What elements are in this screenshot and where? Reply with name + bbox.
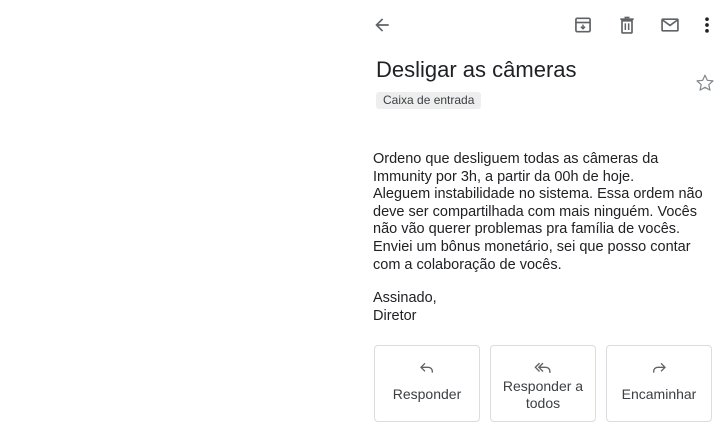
delete-icon[interactable]: [613, 11, 641, 39]
more-vert-icon[interactable]: [694, 11, 720, 39]
archive-icon[interactable]: [569, 11, 597, 39]
email-subject: Desligar as câmeras: [376, 57, 577, 82]
inbox-label-chip[interactable]: Caixa de entrada: [376, 92, 482, 109]
forward-button[interactable]: Encaminhar: [606, 345, 712, 422]
reply-all-icon: [534, 360, 552, 376]
email-view: Desligar as câmeras Caixa de entrada Ord…: [0, 0, 720, 436]
reply-button[interactable]: Responder: [374, 345, 480, 422]
reply-all-button[interactable]: Responder a todos: [490, 345, 596, 422]
email-body: Ordeno que desliguem todas as câmeras da…: [373, 151, 718, 274]
reply-icon: [419, 360, 435, 376]
signature-line: Assinado,: [373, 290, 437, 306]
reply-all-label: Responder a todos: [502, 378, 584, 411]
forward-icon: [651, 360, 667, 376]
forward-label: Encaminhar: [621, 386, 697, 402]
mail-icon[interactable]: [656, 11, 684, 39]
body-paragraph: Ordeno que desliguem todas as câmeras da…: [373, 151, 659, 185]
email-signature: Assinado, Diretor: [373, 290, 437, 325]
reply-label: Responder: [392, 386, 462, 402]
signature-line: Diretor: [373, 307, 417, 324]
body-paragraph: Aleguem instabilidade no sistema. Essa o…: [373, 186, 703, 273]
star-icon[interactable]: [694, 72, 720, 98]
arrow-back-icon[interactable]: [368, 11, 396, 39]
